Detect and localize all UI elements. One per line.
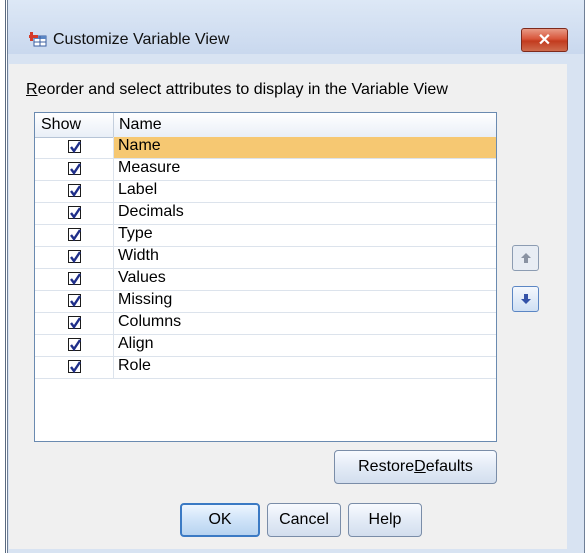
show-checkbox[interactable] [68,206,81,220]
attribute-name: Measure [118,159,181,176]
attributes-table[interactable]: Show Name Name Measure Label Decimals Ty… [34,112,497,442]
checkmark-icon [70,317,81,330]
column-divider[interactable] [113,113,114,137]
table-row[interactable]: Type [35,225,496,247]
table-row[interactable]: Label [35,181,496,203]
name-cell: Missing [114,291,496,312]
table-row[interactable]: Role [35,357,496,379]
table-row[interactable]: Width [35,247,496,269]
show-checkbox[interactable] [68,162,81,176]
name-cell: Label [114,181,496,202]
close-icon: ✕ [537,32,552,49]
show-cell [35,247,114,268]
table-row[interactable]: Name [35,137,496,159]
name-cell: Role [114,357,496,378]
table-header: Show Name [35,113,496,138]
checkmark-icon [70,273,81,286]
show-cell [35,291,114,312]
show-cell [35,335,114,356]
table-row[interactable]: Decimals [35,203,496,225]
ok-button[interactable]: OK [180,503,260,537]
attribute-name: Label [118,181,158,198]
checkmark-icon [70,251,81,264]
arrow-down-icon [520,294,531,304]
arrow-up-icon [520,253,531,263]
show-checkbox[interactable] [68,140,81,154]
name-cell: Measure [114,159,496,180]
attribute-name: Align [118,335,154,352]
checkmark-icon [70,229,81,242]
cancel-button[interactable]: Cancel [267,503,341,537]
dialog-title: Customize Variable View [53,31,230,48]
attribute-name: Role [118,357,151,374]
show-checkbox[interactable] [68,228,81,242]
show-cell [35,137,114,158]
restore-mnemonic: D [414,458,426,475]
close-button[interactable]: ✕ [521,28,568,52]
show-checkbox[interactable] [68,316,81,330]
name-cell: Decimals [114,203,496,224]
name-cell: Columns [114,313,496,334]
name-cell: Values [114,269,496,290]
checkmark-icon [70,339,81,352]
instruction-mnemonic: R [26,81,38,98]
restore-defaults-button[interactable]: Restore Defaults [334,450,497,484]
restore-label-prefix: Restore [358,458,415,475]
table-row[interactable]: Columns [35,313,496,335]
show-checkbox[interactable] [68,272,81,286]
attribute-name: Values [118,269,166,286]
show-checkbox[interactable] [68,184,81,198]
spss-table-icon [29,31,47,47]
name-cell: Name [114,137,496,158]
show-checkbox[interactable] [68,250,81,264]
instruction-text: eorder and select attributes to display … [37,81,448,98]
table-row[interactable]: Values [35,269,496,291]
checkmark-icon [70,141,81,154]
column-header-show[interactable]: Show [41,116,81,134]
attribute-name: Missing [118,291,173,308]
show-cell [35,225,114,246]
name-cell: Width [114,247,496,268]
table-row[interactable]: Align [35,335,496,357]
move-up-button[interactable] [512,245,539,271]
help-button[interactable]: Help [348,503,422,537]
show-checkbox[interactable] [68,338,81,352]
checkmark-icon [70,207,81,220]
attribute-name: Type [118,225,153,242]
attribute-name: Name [118,137,161,154]
show-cell [35,269,114,290]
checkmark-icon [70,185,81,198]
show-cell [35,181,114,202]
column-header-name[interactable]: Name [119,116,162,134]
restore-label-suffix: efaults [425,458,473,475]
table-rows: Name Measure Label Decimals Type Width V… [35,137,496,379]
title-bar[interactable]: Customize Variable View ✕ [8,0,584,54]
show-cell [35,203,114,224]
table-row[interactable]: Measure [35,159,496,181]
show-cell [35,313,114,334]
checkmark-icon [70,361,81,374]
checkmark-icon [70,163,81,176]
name-cell: Align [114,335,496,356]
move-down-button[interactable] [512,286,539,312]
instruction-label: Reorder and select attributes to display… [26,81,448,99]
show-cell [35,159,114,180]
checkmark-icon [70,295,81,308]
background-window-edge [0,0,7,553]
attribute-name: Width [118,247,159,264]
attribute-name: Columns [118,313,182,330]
show-cell [35,357,114,378]
show-checkbox[interactable] [68,294,81,308]
show-checkbox[interactable] [68,360,81,374]
name-cell: Type [114,225,496,246]
attribute-name: Decimals [118,203,184,220]
table-row[interactable]: Missing [35,291,496,313]
